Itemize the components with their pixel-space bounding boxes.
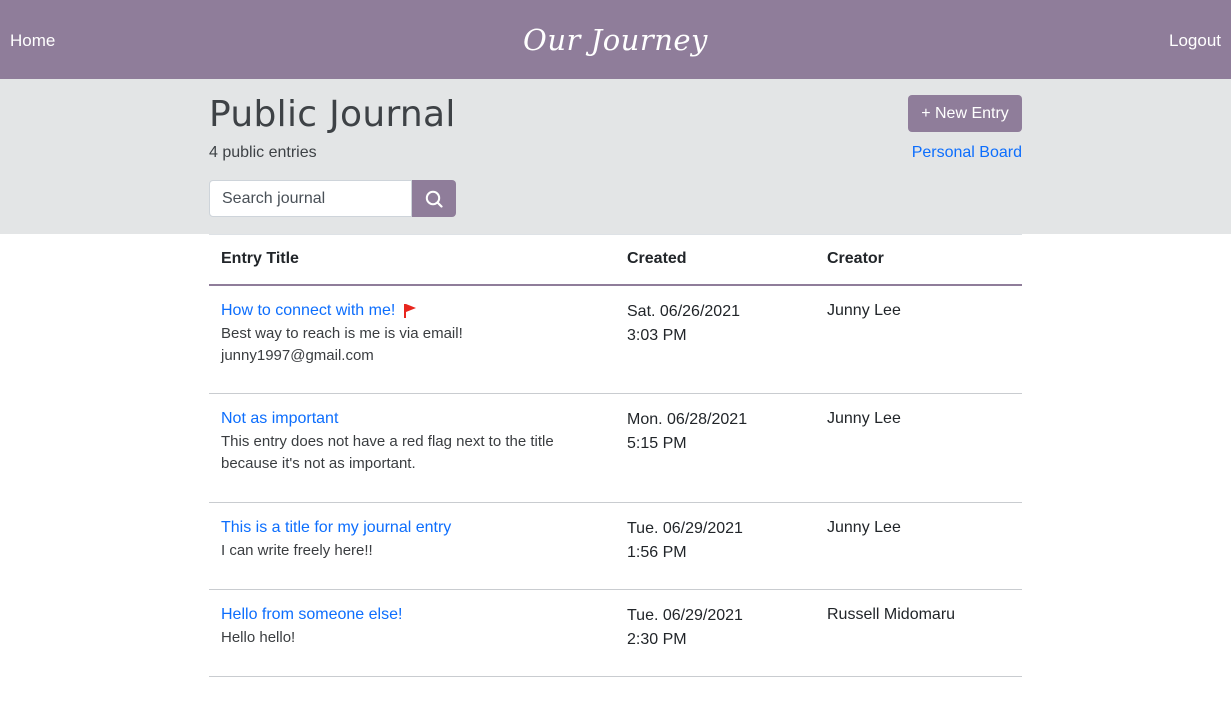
entry-title-link[interactable]: This is a title for my journal entry — [221, 517, 451, 539]
page-title: Public Journal — [209, 94, 456, 135]
table-row: Hello from someone else! Hello hello! Tu… — [209, 589, 1022, 677]
entry-created-cell: Sat. 06/26/2021 3:03 PM — [615, 284, 815, 394]
entry-title-text: How to connect with me! — [221, 301, 396, 319]
table-row: How to connect with me! Best way to reac… — [209, 284, 1022, 394]
entry-created-cell: Mon. 06/28/2021 5:15 PM — [615, 393, 815, 503]
entry-date: Mon. 06/28/2021 — [627, 411, 748, 428]
top-navbar: Home Our Journey Logout — [0, 0, 1231, 79]
search-button[interactable] — [412, 180, 456, 217]
journal-table: Entry Title Created Creator How to conne… — [209, 234, 1022, 677]
entry-title-text: Not as important — [221, 410, 339, 427]
entry-description: This entry does not have a red flag next… — [221, 433, 554, 472]
entry-title-text: This is a title for my journal entry — [221, 519, 452, 536]
column-header-creator: Creator — [815, 234, 1022, 286]
brand-logo: Our Journey — [523, 23, 708, 57]
column-header-created: Created — [615, 234, 815, 286]
search-input[interactable] — [209, 180, 412, 217]
entry-creator: Russell Midomaru — [815, 589, 1022, 677]
entry-description: I can write freely here!! — [221, 542, 373, 559]
entry-title-cell: This is a title for my journal entry I c… — [209, 502, 615, 590]
entry-title-link[interactable]: Hello from someone else! — [221, 604, 402, 626]
entry-date: Tue. 06/29/2021 — [627, 607, 743, 624]
entry-description: Hello hello! — [221, 629, 296, 646]
table-row: This is a title for my journal entry I c… — [209, 502, 1022, 590]
table-row: Not as important This entry does not hav… — [209, 393, 1022, 503]
entry-date: Tue. 06/29/2021 — [627, 520, 743, 537]
entry-creator: Junny Lee — [815, 393, 1022, 503]
entry-time: 2:30 PM — [627, 631, 687, 648]
entry-title-cell: Not as important This entry does not hav… — [209, 393, 615, 503]
column-header-title: Entry Title — [209, 234, 615, 286]
entry-created-cell: Tue. 06/29/2021 2:30 PM — [615, 589, 815, 677]
entry-created-cell: Tue. 06/29/2021 1:56 PM — [615, 502, 815, 590]
journal-header: Public Journal 4 public entries + New En… — [0, 79, 1231, 234]
entry-title-cell: How to connect with me! Best way to reac… — [209, 284, 615, 394]
personal-board-link[interactable]: Personal Board — [912, 143, 1022, 163]
entry-creator: Junny Lee — [815, 284, 1022, 394]
new-entry-button[interactable]: + New Entry — [908, 95, 1022, 132]
entry-title-link[interactable]: How to connect with me! — [221, 300, 417, 322]
entry-count: 4 public entries — [209, 144, 317, 161]
entry-description: Best way to reach is me is via email! ju… — [221, 324, 463, 364]
table-header-row: Entry Title Created Creator — [209, 234, 1022, 286]
entry-creator: Junny Lee — [815, 502, 1022, 590]
entry-time: 3:03 PM — [627, 326, 687, 344]
entry-time: 1:56 PM — [627, 544, 687, 561]
entry-title-link[interactable]: Not as important — [221, 408, 338, 430]
entry-date: Sat. 06/26/2021 — [627, 302, 740, 320]
entry-time: 5:15 PM — [627, 435, 687, 452]
entry-title-text: Hello from someone else! — [221, 606, 403, 623]
entry-title-cell: Hello from someone else! Hello hello! — [209, 589, 615, 677]
flag-icon — [404, 304, 417, 318]
logout-link[interactable]: Logout — [1169, 30, 1221, 52]
search-icon — [425, 190, 443, 208]
